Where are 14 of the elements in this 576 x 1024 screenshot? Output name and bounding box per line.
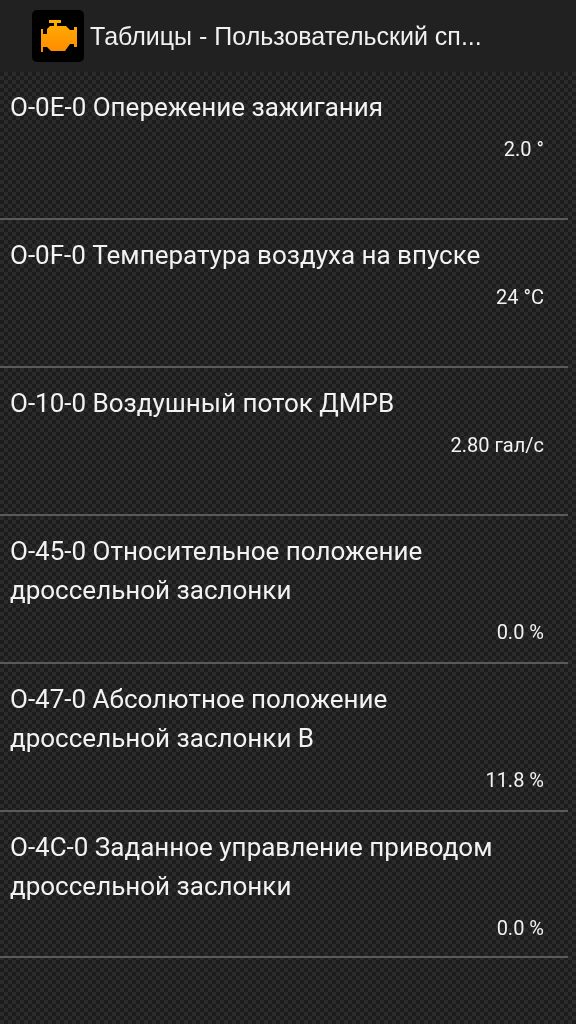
reading-name: O-0F-0 Температура воздуха на впуске xyxy=(10,239,482,272)
reading-value: 24 °C xyxy=(496,284,544,311)
reading-name: O-45-0 Относительное положение дроссельной заслонки xyxy=(10,535,424,607)
reading-name: O-0E-0 Опережение зажигания xyxy=(10,91,385,124)
engine-icon[interactable] xyxy=(32,10,84,62)
window-title: Таблицы - Пользовательский сп... xyxy=(90,21,482,51)
reading-value: 0.0 % xyxy=(496,619,544,646)
reading-value: 0.0 % xyxy=(496,915,544,942)
reading-value: 2.0 ° xyxy=(503,136,544,163)
reading-name: O-4C-0 Заданное управление приводом дроссельной заслонки xyxy=(10,831,494,903)
reading-value: 2.80 гал/с xyxy=(450,432,544,459)
reading-name: O-10-0 Воздушный поток ДМРВ xyxy=(10,387,396,420)
reading-name: O-47-0 Абсолютное положение дроссельной заслонки B xyxy=(10,683,389,755)
reading-value: 11.8 % xyxy=(485,767,544,794)
